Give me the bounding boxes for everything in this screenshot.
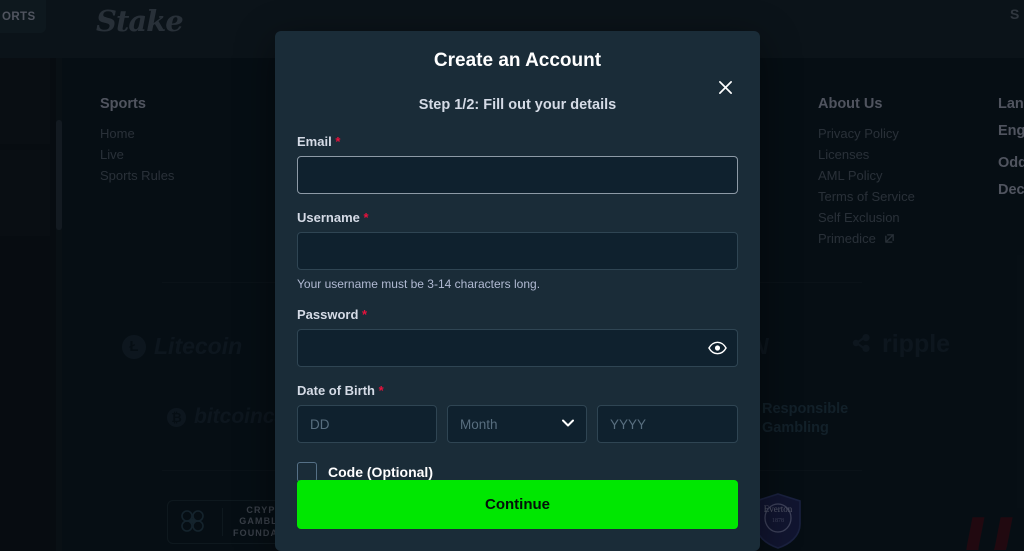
modal-title: Create an Account — [433, 50, 602, 71]
required-marker: * — [362, 307, 368, 322]
code-row: Code (Optional) — [297, 462, 738, 482]
modal-step-text: Step 1/2: Fill out your details — [418, 97, 617, 113]
password-field-group: Password * — [297, 307, 738, 367]
continue-button[interactable]: Continue — [297, 480, 738, 529]
page-root: ORTS Stake S Sports Home Live Sports Rul… — [0, 0, 1024, 551]
signup-form: Email * Username * Your username must be… — [275, 134, 760, 482]
password-label: Password * — [297, 307, 368, 322]
username-helper-text: Your username must be 3-14 characters lo… — [297, 277, 541, 291]
required-marker: * — [378, 383, 384, 398]
create-account-modal: Create an Account Step 1/2: Fill out you… — [275, 31, 760, 551]
dob-year-input[interactable]: YYYY — [597, 405, 738, 443]
password-input-wrapper — [297, 329, 738, 367]
close-icon[interactable] — [712, 74, 738, 100]
required-marker: * — [363, 210, 369, 225]
dob-year-placeholder: YYYY — [610, 416, 647, 432]
code-checkbox[interactable] — [297, 462, 317, 482]
username-input[interactable] — [297, 232, 738, 270]
eye-icon[interactable] — [707, 338, 727, 358]
email-label: Email * — [297, 134, 341, 149]
required-marker: * — [335, 134, 341, 149]
dob-month-value: Month — [460, 416, 498, 432]
email-field-group: Email * — [297, 134, 738, 194]
dob-month-select[interactable]: Month — [447, 405, 587, 443]
dob-day-input[interactable]: DD — [297, 405, 437, 443]
chevron-down-icon — [562, 418, 574, 430]
password-input[interactable] — [297, 329, 738, 367]
dob-label: Date of Birth * — [297, 383, 384, 398]
dob-field-group: Date of Birth * DD Month YYYY — [297, 383, 738, 443]
email-input[interactable] — [297, 156, 738, 194]
code-label[interactable]: Code (Optional) — [328, 464, 433, 480]
dob-row: DD Month YYYY — [297, 405, 738, 443]
username-label: Username * — [297, 210, 369, 225]
username-field-group: Username * Your username must be 3-14 ch… — [297, 210, 738, 291]
dob-day-placeholder: DD — [310, 416, 330, 432]
